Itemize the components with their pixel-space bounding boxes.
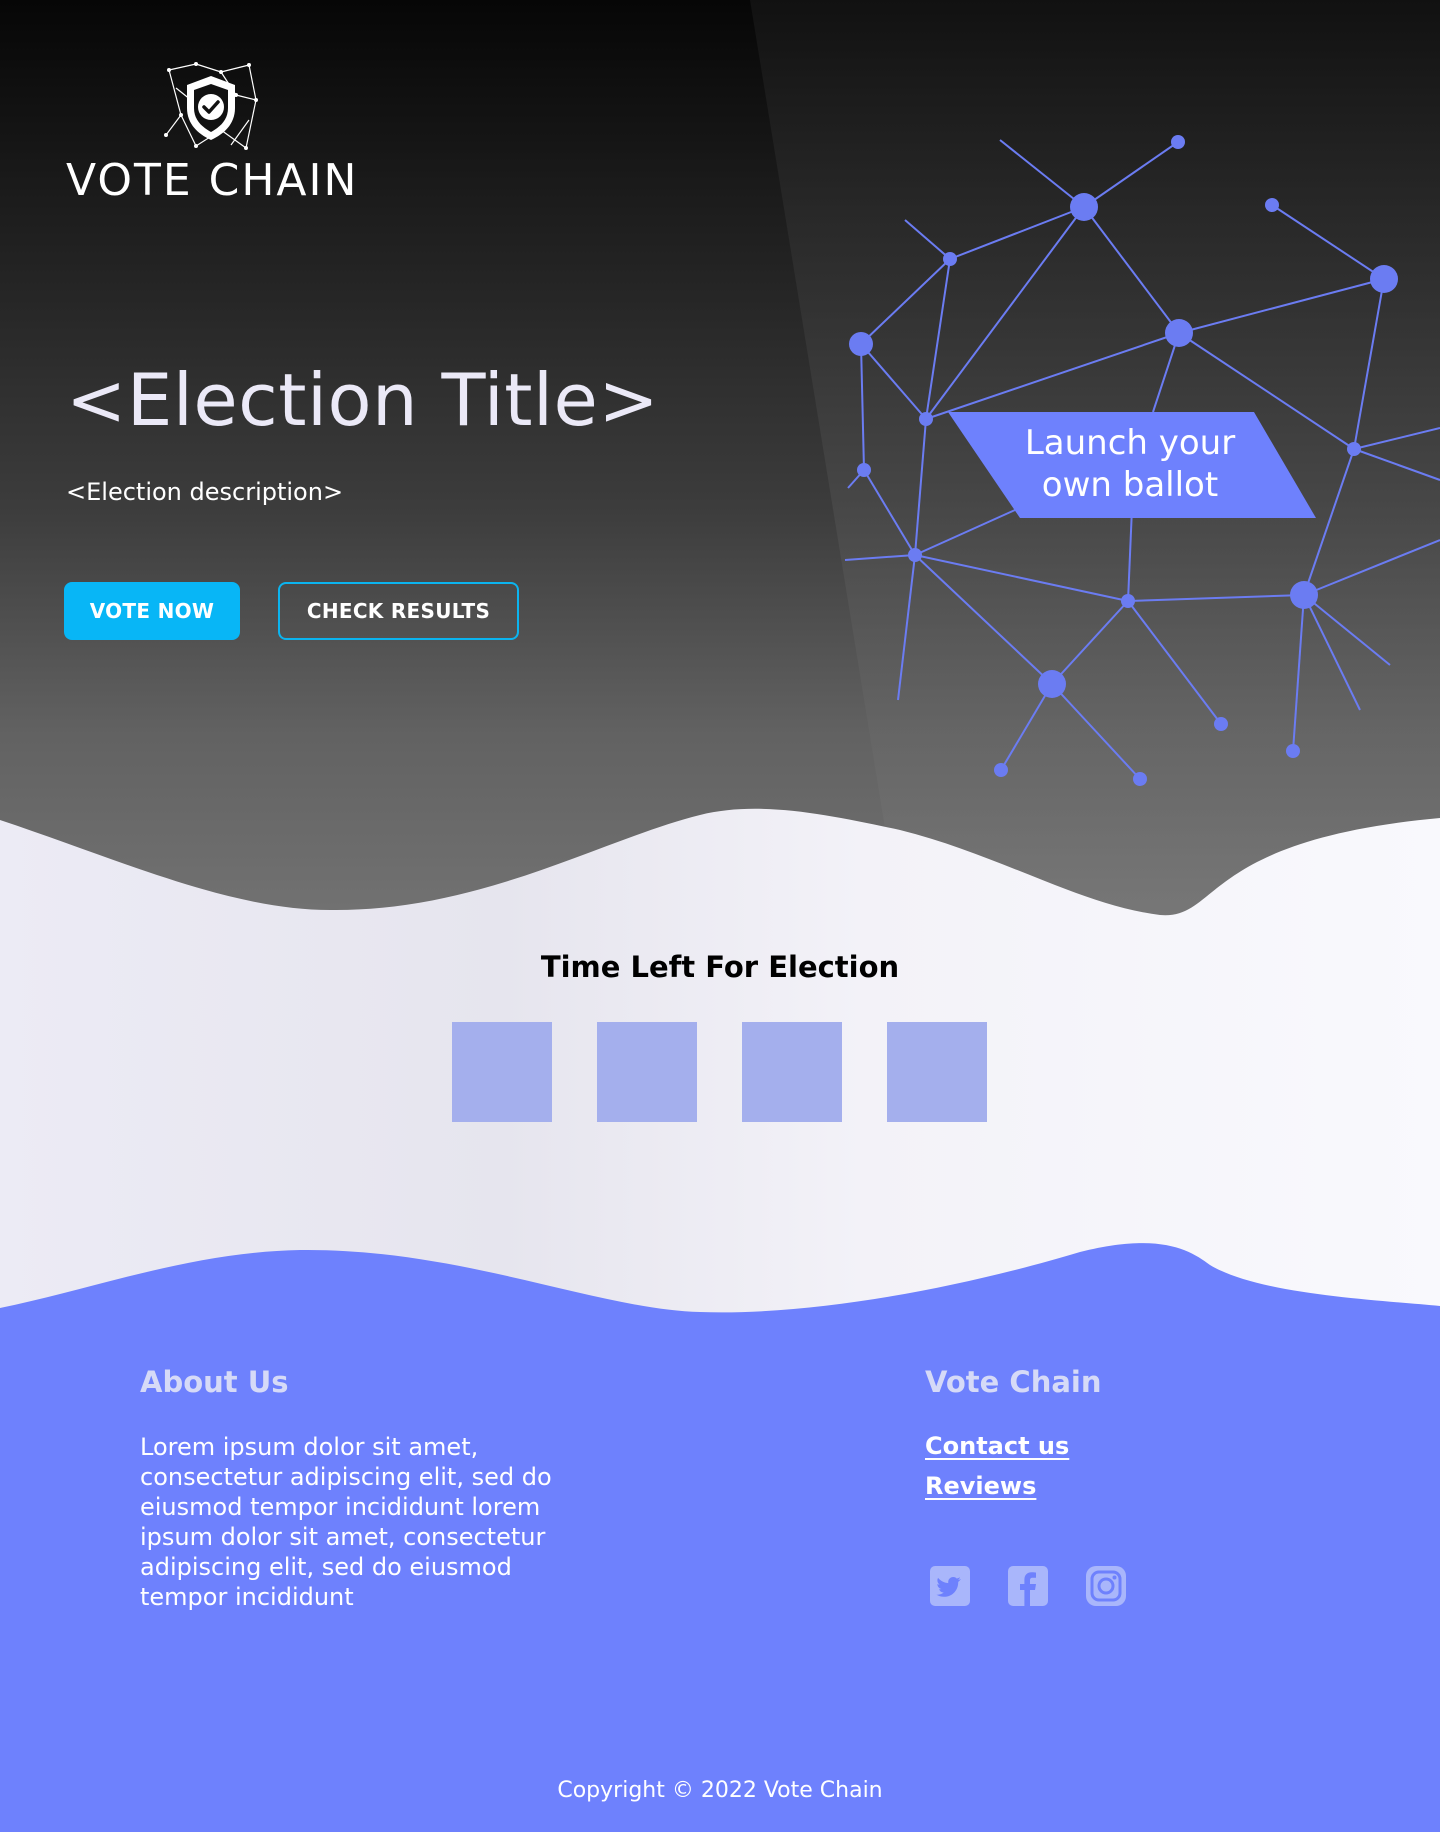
copyright-text: Copyright © 2022 Vote Chain [557,1778,883,1803]
twitter-icon[interactable] [930,1566,970,1606]
countdown-timer [452,1022,987,1122]
facebook-icon[interactable] [1008,1566,1048,1606]
instagram-icon[interactable] [1086,1566,1126,1606]
brand-name: VOTE CHAIN [66,155,359,206]
timer-box-minutes [742,1022,842,1122]
timer-title: Time Left For Election [540,950,900,984]
launch-ballot-line-2: own ballot [1041,465,1219,505]
timer-box-seconds [887,1022,987,1122]
launch-ballot-link[interactable]: Launch your own ballot [980,422,1280,506]
contact-us-link[interactable]: Contact us [925,1432,1069,1460]
brand-logo[interactable]: VOTE CHAIN [66,60,356,206]
election-title: <Election Title> [66,358,660,442]
launch-ballot-line-1: Launch your [1024,423,1236,463]
about-us-text: Lorem ipsum dolor sit amet, consectetur … [140,1433,552,1611]
timer-box-hours [597,1022,697,1122]
reviews-link[interactable]: Reviews [925,1472,1036,1500]
timer-box-days [452,1022,552,1122]
vote-now-button[interactable]: VOTE NOW [64,582,240,640]
footer-brand-heading: Vote Chain [925,1365,1102,1399]
shield-check-icon [164,62,258,150]
check-results-button[interactable]: CHECK RESULTS [278,582,519,640]
election-description: <Election description> [66,478,344,506]
about-us-heading: About Us [140,1365,289,1399]
